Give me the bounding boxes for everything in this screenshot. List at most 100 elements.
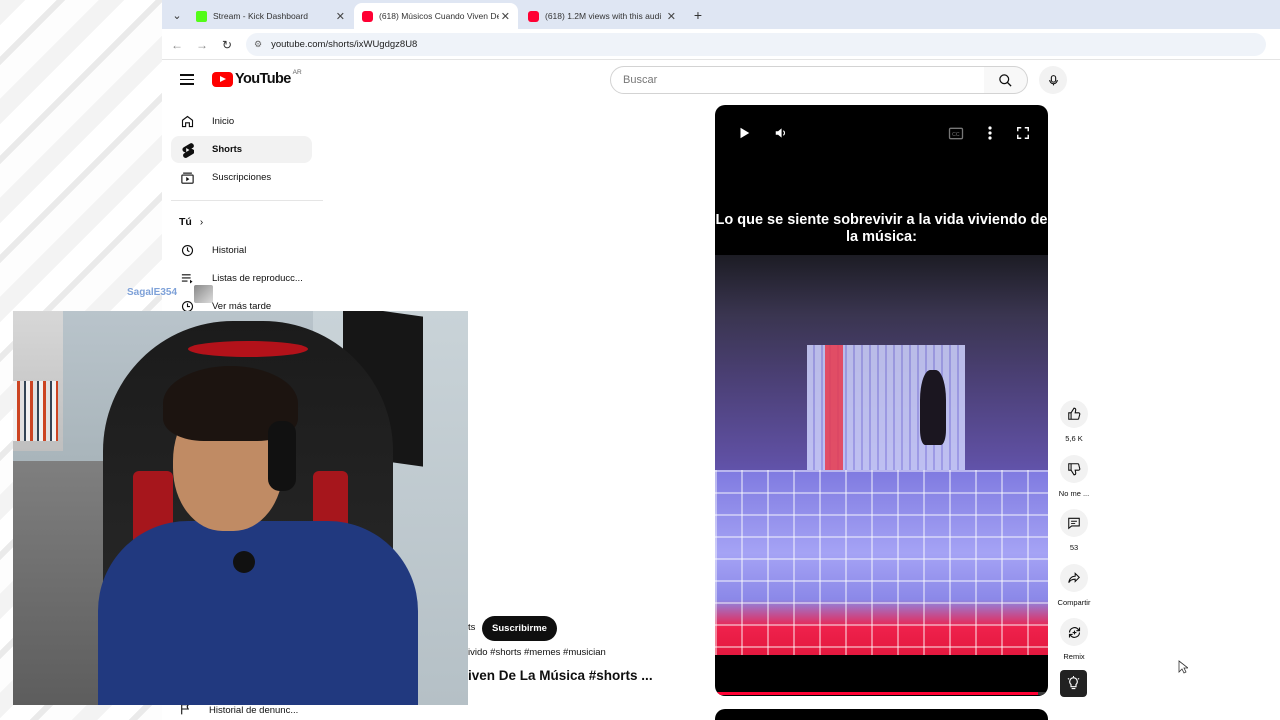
sidebar-you-header[interactable]: Tú ›	[179, 216, 203, 228]
tab-title: (618) 1.2M views with this audi	[545, 11, 662, 21]
volume-button[interactable]	[772, 124, 790, 142]
mouse-cursor-icon	[1178, 660, 1188, 674]
comment-action: 53	[1055, 509, 1093, 552]
kick-icon	[196, 10, 207, 22]
next-short-preview[interactable]	[715, 709, 1048, 720]
share-label: Compartir	[1057, 598, 1091, 607]
search-placeholder: Buscar	[623, 74, 658, 86]
share-icon	[1068, 572, 1080, 583]
back-icon[interactable]: ←	[168, 36, 186, 54]
comment-icon	[1068, 517, 1080, 530]
youtube-logo[interactable]: YouTube AR	[212, 69, 302, 87]
sidebar-item-historial[interactable]: Historial	[171, 237, 312, 264]
streamer-body	[98, 521, 418, 705]
voice-search-button[interactable]	[1039, 66, 1067, 94]
like-button[interactable]	[1060, 400, 1088, 428]
play-button[interactable]	[735, 124, 753, 142]
more-options-button[interactable]	[981, 124, 999, 142]
channel-name[interactable]: ts	[468, 622, 475, 633]
sidebar-divider	[171, 200, 323, 201]
tab-title: (618) Músicos Cuando Viven De	[379, 11, 499, 21]
tab-title: Stream - Kick Dashboard	[213, 11, 308, 21]
lightbulb-icon	[1067, 676, 1080, 690]
youtube-icon	[362, 10, 373, 22]
subscribe-button[interactable]: Suscribirme	[482, 616, 557, 641]
more-vertical-icon	[988, 126, 992, 140]
sidebar-item-shorts[interactable]: Shorts	[171, 136, 312, 163]
like-action: 5,6 K	[1055, 400, 1093, 443]
fullscreen-icon	[1017, 127, 1029, 139]
browser-tab-active[interactable]: (618) Músicos Cuando Viven De ✕	[354, 3, 518, 29]
menu-icon[interactable]	[180, 72, 194, 86]
home-icon	[179, 114, 195, 130]
comment-button[interactable]	[1060, 509, 1088, 537]
headset	[268, 421, 296, 491]
video-hashtags[interactable]: ivido #shorts #memes #musician	[468, 647, 606, 658]
shorts-icon	[179, 142, 195, 158]
thumbs-up-icon	[1068, 407, 1081, 420]
youtube-play-icon	[212, 71, 233, 87]
remix-action: Remix	[1055, 618, 1093, 661]
tab-search-dropdown-icon[interactable]: ⌄	[167, 5, 187, 25]
captions-button[interactable]: CC	[947, 124, 965, 142]
headset-mic	[233, 551, 255, 573]
playlist-icon	[179, 271, 195, 287]
search-icon	[999, 73, 1012, 87]
close-tab-icon[interactable]: ✕	[667, 10, 676, 23]
like-count: 5,6 K	[1065, 434, 1083, 443]
url-field[interactable]: ⚙ youtube.com/shorts/ixWUgdgz8U8	[246, 33, 1266, 56]
video-progress-bar[interactable]	[715, 692, 1048, 695]
forward-icon[interactable]: →	[193, 36, 211, 54]
search-input[interactable]: Buscar	[610, 66, 985, 94]
new-tab-icon[interactable]: +	[688, 5, 708, 25]
sidebar-item-inicio[interactable]: Inicio	[171, 108, 312, 135]
share-button[interactable]	[1060, 564, 1088, 592]
streamer-username: SagalE354	[127, 287, 178, 298]
captions-icon: CC	[948, 127, 964, 139]
chevron-right-icon: ›	[199, 216, 204, 228]
microphone-icon	[1048, 74, 1058, 85]
reload-icon[interactable]: ↻	[218, 36, 236, 54]
sidebar-item-suscripciones[interactable]: Suscripciones	[171, 164, 312, 191]
video-caption: Lo que se siente sobrevivir a la vida vi…	[715, 212, 1048, 245]
dislike-action: No me ...	[1055, 455, 1093, 498]
sidebar-item-label: Suscripciones	[212, 172, 272, 183]
sidebar-item-label: Historial de denunc...	[209, 705, 299, 716]
fullscreen-button[interactable]	[1014, 124, 1032, 142]
browser-tab[interactable]: Stream - Kick Dashboard ✕	[188, 3, 353, 29]
svg-text:CC: CC	[952, 132, 960, 138]
video-title[interactable]: iven De La Música #shorts ...	[468, 668, 653, 683]
subscriptions-icon	[179, 170, 195, 186]
browser-tab[interactable]: (618) 1.2M views with this audi ✕	[520, 3, 684, 29]
remix-button[interactable]	[1060, 618, 1088, 646]
close-tab-icon[interactable]: ✕	[501, 10, 510, 23]
browser-tab-bar: ⌄ Stream - Kick Dashboard ✕ (618) Músico…	[162, 0, 1280, 29]
webcam-books	[13, 381, 58, 441]
sidebar-item-listas[interactable]: Listas de reproducc...	[171, 265, 312, 292]
sidebar-item-label: Inicio	[212, 116, 235, 127]
country-code: AR	[292, 69, 302, 76]
sidebar-item-label: Shorts	[212, 144, 243, 155]
you-section-title: Tú	[179, 216, 192, 228]
dislike-label: No me ...	[1058, 489, 1090, 498]
youtube-icon	[528, 10, 539, 22]
dislike-button[interactable]	[1060, 455, 1088, 483]
volume-icon	[775, 128, 786, 138]
video-scene	[715, 255, 1048, 655]
history-icon	[179, 243, 195, 259]
video-led-floor	[715, 470, 1048, 655]
url-text: youtube.com/shorts/ixWUgdgz8U8	[271, 39, 418, 50]
play-icon	[740, 127, 750, 139]
sidebar-item-label: Listas de reproducc...	[212, 273, 303, 284]
video-dancer	[920, 370, 946, 445]
site-info-icon[interactable]: ⚙	[254, 39, 262, 50]
streamer-avatar	[194, 285, 213, 303]
thumbs-down-icon	[1068, 463, 1081, 476]
close-tab-icon[interactable]: ✕	[336, 10, 345, 23]
search-button[interactable]	[984, 66, 1028, 94]
shorts-video-player[interactable]: Lo que se siente sobrevivir a la vida vi…	[715, 105, 1048, 696]
browser-address-bar: ← → ↻ ⚙ youtube.com/shorts/ixWUgdgz8U8	[162, 29, 1280, 60]
share-action: Compartir	[1055, 564, 1093, 607]
webcam-overlay	[13, 311, 468, 705]
audio-track-thumbnail[interactable]	[1060, 670, 1087, 697]
